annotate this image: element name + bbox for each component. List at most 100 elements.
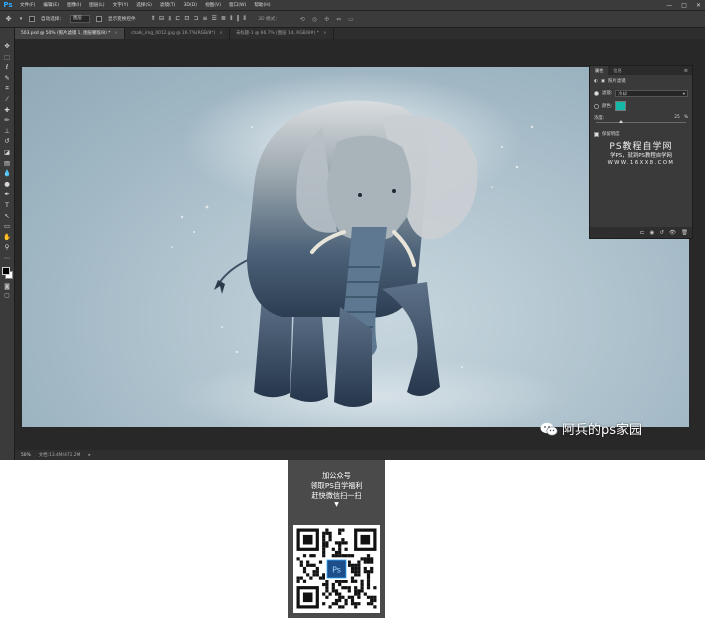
- menu-select[interactable]: 选择(S): [132, 0, 156, 11]
- 3d-mode-buttons: ⟲ ◎ ✣ ⇔ ▭: [300, 16, 354, 23]
- menu-edit[interactable]: 编辑(E): [39, 0, 63, 11]
- hand-tool-icon[interactable]: ✋: [2, 232, 13, 243]
- pen-tool-icon[interactable]: ✒: [2, 189, 13, 200]
- auto-select-checkbox[interactable]: [29, 16, 35, 22]
- menu-type[interactable]: 文字(Y): [109, 0, 133, 11]
- blur-tool-icon[interactable]: 💧: [2, 168, 13, 179]
- color-radio[interactable]: [594, 103, 599, 109]
- clip-to-layer-icon[interactable]: ⊏: [640, 230, 645, 236]
- tab-properties[interactable]: 属性: [590, 66, 609, 75]
- delete-icon[interactable]: 🗑: [681, 230, 688, 236]
- wechat-icon: [540, 422, 558, 435]
- qr-code[interactable]: Ps: [293, 525, 380, 613]
- distribute-left-icon[interactable]: ⦀: [230, 15, 233, 23]
- tab-info[interactable]: 信息: [608, 66, 626, 75]
- density-value[interactable]: 25: [674, 115, 680, 120]
- filter-radio[interactable]: [594, 90, 599, 96]
- visibility-icon[interactable]: 👁: [669, 230, 676, 236]
- menu-view[interactable]: 视图(V): [201, 0, 225, 11]
- marquee-tool-icon[interactable]: ⬚: [2, 52, 13, 63]
- chevron-down-icon[interactable]: ▾: [19, 16, 23, 22]
- align-hcenter-icon[interactable]: ⊡: [184, 15, 189, 23]
- distribute-right-icon[interactable]: ⫴: [244, 15, 247, 23]
- align-left-icon[interactable]: ⊏: [175, 15, 180, 23]
- move-tool-preset-icon[interactable]: ✥: [4, 15, 13, 23]
- filter-row: 滤镜: 冷却 ▾: [590, 87, 692, 99]
- minimize-button[interactable]: —: [666, 2, 672, 9]
- document-tabs: 503.psd @ 50% (照片滤镜 1, 图层蒙版/8) * × chalk…: [15, 28, 705, 39]
- qr-line-follow: 加公众号: [322, 471, 351, 480]
- filter-dropdown[interactable]: 冷却 ▾: [615, 89, 688, 97]
- quick-mask-icon[interactable]: ◙: [2, 282, 13, 291]
- view-previous-icon[interactable]: ◉: [650, 230, 655, 236]
- menu-window[interactable]: 窗口(W): [225, 0, 250, 11]
- 3d-pan-icon[interactable]: ✣: [324, 16, 329, 23]
- dodge-tool-icon[interactable]: ●: [2, 179, 13, 190]
- align-vcenter-icon[interactable]: ⊟: [159, 15, 164, 23]
- shape-tool-icon[interactable]: ▭: [2, 221, 13, 232]
- reset-icon[interactable]: ↺: [659, 230, 664, 236]
- align-right-icon[interactable]: ⊐: [193, 15, 198, 23]
- panel-menu-icon[interactable]: ≡: [684, 68, 692, 74]
- brush-tool-icon[interactable]: ✏: [2, 115, 13, 126]
- tools-panel: ✥ ⬚ ℓ ✎ ⌗ ⁄ ✚ ✏ ⊥ ↺ ◪ ▤ 💧 ● ✒ T ↖ ▭ ✋ ⚲ …: [0, 28, 15, 460]
- distribute-top-icon[interactable]: ≡: [202, 15, 207, 23]
- density-row: 浓度: 25 %: [590, 113, 692, 122]
- lasso-tool-icon[interactable]: ℓ: [2, 62, 13, 73]
- tab-document-1[interactable]: 503.psd @ 50% (照片滤镜 1, 图层蒙版/8) * ×: [15, 28, 126, 39]
- down-arrow-icon: ▼: [334, 501, 339, 508]
- menu-layer[interactable]: 图层(L): [85, 0, 108, 11]
- color-label: 颜色:: [602, 104, 613, 109]
- close-icon[interactable]: ×: [219, 28, 223, 39]
- close-icon[interactable]: ×: [114, 28, 118, 39]
- 3d-slide-icon[interactable]: ⇔: [336, 16, 341, 23]
- filter-value: 冷却: [618, 90, 627, 96]
- menu-file[interactable]: 文件(F): [16, 0, 39, 11]
- maximize-button[interactable]: □: [681, 2, 687, 9]
- gradient-tool-icon[interactable]: ▤: [2, 158, 13, 169]
- screen-mode-icon[interactable]: ▢: [2, 291, 13, 300]
- eyedropper-tool-icon[interactable]: ⁄: [2, 94, 13, 105]
- watermark-subtitle: 学PS，就到PS教程自学网: [610, 153, 672, 160]
- menu-help[interactable]: 帮助(H): [250, 0, 274, 11]
- close-icon[interactable]: ×: [323, 28, 327, 39]
- clone-stamp-tool-icon[interactable]: ⊥: [2, 126, 13, 137]
- healing-brush-tool-icon[interactable]: ✚: [2, 105, 13, 116]
- tab-document-2[interactable]: chalk_img_0012.jpg @ 16.7%(RGB/8*) ×: [125, 28, 230, 39]
- tab-document-3[interactable]: 未标题-1 @ 66.7% (图层 14, RGB/8#) * ×: [230, 28, 334, 39]
- distribute-vcenter-icon[interactable]: ☰: [211, 15, 216, 23]
- elephant-back-leg: [290, 307, 328, 402]
- 3d-scale-icon[interactable]: ▭: [348, 16, 354, 23]
- adjustment-icon: ◐: [594, 78, 598, 84]
- zoom-level[interactable]: 50%: [21, 453, 31, 458]
- move-tool-icon[interactable]: ✥: [2, 41, 13, 52]
- zoom-tool-icon[interactable]: ⚲: [2, 242, 13, 253]
- auto-select-dropdown[interactable]: 图层: [69, 15, 90, 23]
- distribute-bottom-icon[interactable]: ≣: [221, 15, 226, 23]
- crop-tool-icon[interactable]: ⌗: [2, 83, 13, 94]
- align-bottom-icon[interactable]: ⫫: [168, 15, 171, 23]
- foreground-color-swatch[interactable]: [1, 267, 10, 276]
- distribute-hcenter-icon[interactable]: ‖: [237, 15, 240, 23]
- density-slider-thumb[interactable]: [618, 120, 623, 123]
- mask-icon[interactable]: ▣: [601, 79, 605, 84]
- menu-3d[interactable]: 3D(D): [179, 0, 201, 11]
- history-brush-tool-icon[interactable]: ↺: [2, 136, 13, 147]
- type-tool-icon[interactable]: T: [2, 200, 13, 211]
- status-menu-arrow[interactable]: ▸: [88, 453, 90, 458]
- eraser-tool-icon[interactable]: ◪: [2, 147, 13, 158]
- preserve-luminosity-checkbox[interactable]: [594, 131, 599, 137]
- close-button[interactable]: ✕: [696, 2, 701, 9]
- quick-select-tool-icon[interactable]: ✎: [2, 73, 13, 84]
- align-top-icon[interactable]: ⫪: [152, 15, 155, 23]
- elephant-tail-tuft: [214, 280, 225, 294]
- menu-filter[interactable]: 滤镜(T): [156, 0, 180, 11]
- color-swatch[interactable]: [615, 101, 627, 111]
- path-select-tool-icon[interactable]: ↖: [2, 211, 13, 222]
- menu-image[interactable]: 图像(I): [63, 0, 85, 11]
- density-slider[interactable]: [596, 120, 686, 123]
- 3d-roll-icon[interactable]: ◎: [312, 16, 317, 23]
- show-transform-checkbox[interactable]: [95, 16, 102, 22]
- more-tools-icon[interactable]: ⋯: [2, 253, 13, 264]
- 3d-rotate-icon[interactable]: ⟲: [300, 16, 305, 23]
